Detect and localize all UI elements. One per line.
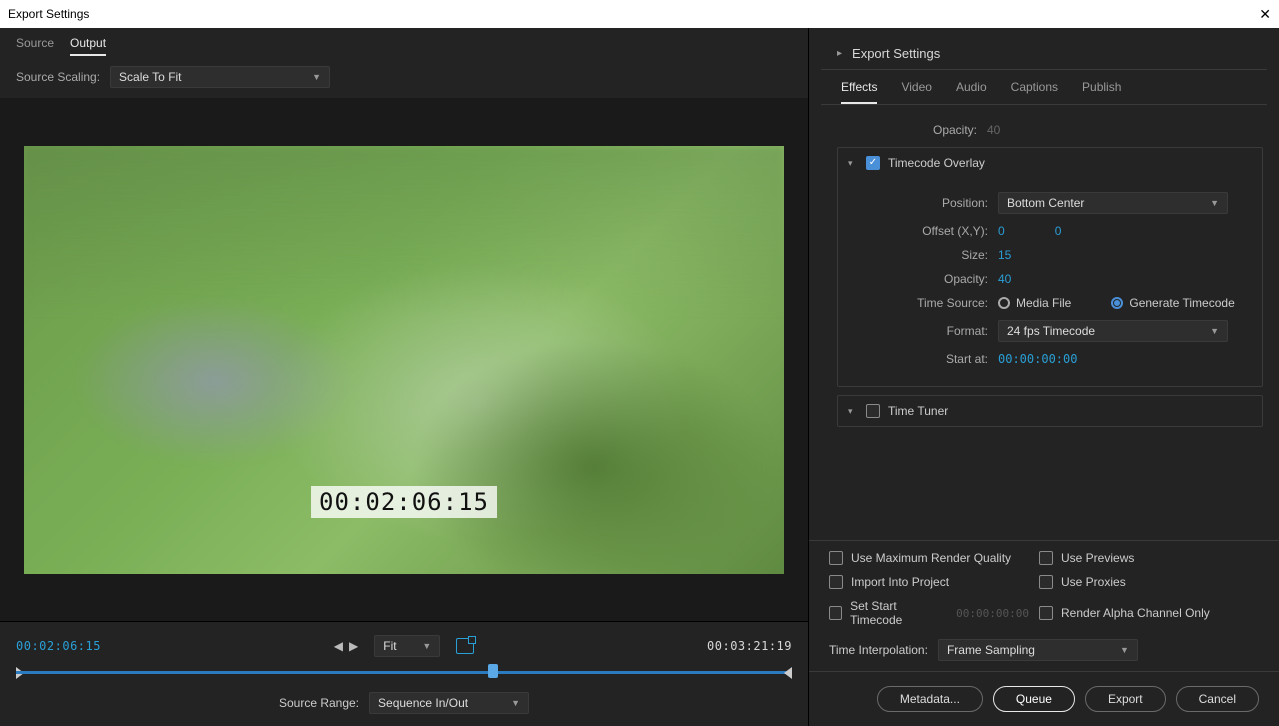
- preview-panel: Source Output Source Scaling: Scale To F…: [0, 28, 809, 726]
- set-start-tc-ghost: 00:00:00:00: [956, 607, 1029, 620]
- startat-value[interactable]: 00:00:00:00: [998, 352, 1077, 366]
- tab-source[interactable]: Source: [16, 36, 54, 56]
- tc-opacity-value[interactable]: 40: [998, 272, 1011, 286]
- format-value: 24 fps Timecode: [1007, 324, 1095, 338]
- source-scaling-label: Source Scaling:: [16, 70, 100, 84]
- source-range-dropdown[interactable]: Sequence In/Out ▼: [369, 692, 529, 714]
- timecode-overlay-header[interactable]: ▾ Timecode Overlay: [838, 148, 1262, 178]
- preview-area: 00:02:06:15: [0, 98, 808, 621]
- chevron-down-icon: ▼: [1210, 198, 1219, 208]
- chevron-down-icon: ▼: [1210, 326, 1219, 336]
- import-project-label: Import Into Project: [851, 575, 949, 589]
- set-start-tc-label: Set Start Timecode: [850, 599, 944, 627]
- chevron-down-icon: ▼: [511, 698, 520, 708]
- source-scaling-value: Scale To Fit: [119, 70, 181, 84]
- max-render-checkbox[interactable]: [829, 551, 843, 565]
- size-value[interactable]: 15: [998, 248, 1011, 262]
- import-project-checkbox[interactable]: [829, 575, 843, 589]
- step-forward-icon[interactable]: ▶: [349, 639, 358, 653]
- timesource-generate-radio[interactable]: [1111, 297, 1123, 309]
- time-interpolation-value: Frame Sampling: [947, 643, 1035, 657]
- position-dropdown[interactable]: Bottom Center ▼: [998, 192, 1228, 214]
- timecode-overlay-section: ▾ Timecode Overlay Position: Bottom Cent…: [837, 147, 1263, 387]
- time-tuner-header[interactable]: ▾ Time Tuner: [838, 396, 1262, 426]
- source-scaling-dropdown[interactable]: Scale To Fit ▼: [110, 66, 330, 88]
- export-settings-title: Export Settings: [852, 46, 940, 61]
- timecode-overlay-checkbox[interactable]: [866, 156, 880, 170]
- format-dropdown[interactable]: 24 fps Timecode ▼: [998, 320, 1228, 342]
- tab-output[interactable]: Output: [70, 36, 106, 56]
- time-tuner-section: ▾ Time Tuner: [837, 395, 1263, 427]
- export-settings-header[interactable]: ▸ Export Settings: [837, 46, 1251, 61]
- opacity-label: Opacity:: [837, 123, 987, 137]
- twirl-down-icon: ▾: [848, 406, 858, 417]
- timecode-overlay-title: Timecode Overlay: [888, 156, 985, 170]
- timesource-label: Time Source:: [848, 296, 998, 310]
- preview-tabs: Source Output: [0, 28, 808, 62]
- playhead-timecode[interactable]: 00:02:06:15: [16, 639, 101, 653]
- chevron-down-icon: ▼: [1120, 645, 1129, 655]
- close-icon[interactable]: ✕: [1259, 6, 1271, 23]
- tab-audio[interactable]: Audio: [956, 80, 987, 104]
- size-label: Size:: [848, 248, 998, 262]
- zoom-fit-value: Fit: [383, 639, 396, 653]
- format-label: Format:: [848, 324, 998, 338]
- time-tuner-title: Time Tuner: [888, 404, 948, 418]
- export-button[interactable]: Export: [1085, 686, 1166, 712]
- source-range-value: Sequence In/Out: [378, 696, 468, 710]
- source-range-label: Source Range:: [279, 696, 359, 710]
- timecode-overlay: 00:02:06:15: [311, 486, 497, 518]
- render-alpha-label: Render Alpha Channel Only: [1061, 606, 1210, 620]
- settings-tabs: Effects Video Audio Captions Publish: [821, 70, 1267, 105]
- chevron-down-icon: ▼: [422, 641, 431, 651]
- queue-button[interactable]: Queue: [993, 686, 1075, 712]
- use-previews-label: Use Previews: [1061, 551, 1134, 565]
- titlebar: Export Settings ✕: [0, 0, 1279, 28]
- position-value: Bottom Center: [1007, 196, 1084, 210]
- twirl-down-icon: ▾: [848, 158, 858, 169]
- tab-effects[interactable]: Effects: [841, 80, 877, 104]
- time-interpolation-dropdown[interactable]: Frame Sampling ▼: [938, 639, 1138, 661]
- position-label: Position:: [848, 196, 998, 210]
- tab-video[interactable]: Video: [901, 80, 931, 104]
- window-title: Export Settings: [8, 7, 89, 21]
- zoom-fit-dropdown[interactable]: Fit ▼: [374, 635, 440, 657]
- step-back-icon[interactable]: ◀: [334, 639, 343, 653]
- startat-label: Start at:: [848, 352, 998, 366]
- timeline[interactable]: [16, 664, 792, 682]
- use-proxies-checkbox[interactable]: [1039, 575, 1053, 589]
- use-previews-checkbox[interactable]: [1039, 551, 1053, 565]
- chevron-right-icon: ▸: [837, 48, 842, 59]
- metadata-button[interactable]: Metadata...: [877, 686, 983, 712]
- dialog-buttons: Metadata... Queue Export Cancel: [809, 672, 1279, 726]
- timesource-media-radio[interactable]: [998, 297, 1010, 309]
- export-options: Use Maximum Render Quality Use Previews …: [809, 540, 1279, 672]
- set-start-tc-checkbox[interactable]: [829, 606, 842, 620]
- chevron-down-icon: ▼: [312, 72, 321, 82]
- timesource-media-label: Media File: [1016, 296, 1071, 310]
- offset-label: Offset (X,Y):: [848, 224, 998, 238]
- tc-opacity-label: Opacity:: [848, 272, 998, 286]
- cancel-button[interactable]: Cancel: [1176, 686, 1259, 712]
- timeline-playhead[interactable]: [488, 664, 498, 678]
- timeline-track[interactable]: [16, 671, 792, 674]
- timesource-generate-label: Generate Timecode: [1129, 296, 1234, 310]
- duration-timecode: 00:03:21:19: [707, 639, 792, 653]
- opacity-value[interactable]: 40: [987, 123, 1000, 137]
- video-preview[interactable]: 00:02:06:15: [24, 146, 784, 574]
- settings-panel: ▸ Export Settings Effects Video Audio Ca…: [809, 28, 1279, 726]
- offset-y-value[interactable]: 0: [1055, 224, 1062, 238]
- out-point-handle[interactable]: [784, 667, 792, 679]
- render-alpha-checkbox[interactable]: [1039, 606, 1053, 620]
- offset-x-value[interactable]: 0: [998, 224, 1005, 238]
- aspect-ratio-icon[interactable]: [456, 638, 474, 654]
- time-tuner-checkbox[interactable]: [866, 404, 880, 418]
- tab-publish[interactable]: Publish: [1082, 80, 1121, 104]
- max-render-label: Use Maximum Render Quality: [851, 551, 1011, 565]
- tab-captions[interactable]: Captions: [1011, 80, 1058, 104]
- use-proxies-label: Use Proxies: [1061, 575, 1126, 589]
- time-interpolation-label: Time Interpolation:: [829, 643, 928, 657]
